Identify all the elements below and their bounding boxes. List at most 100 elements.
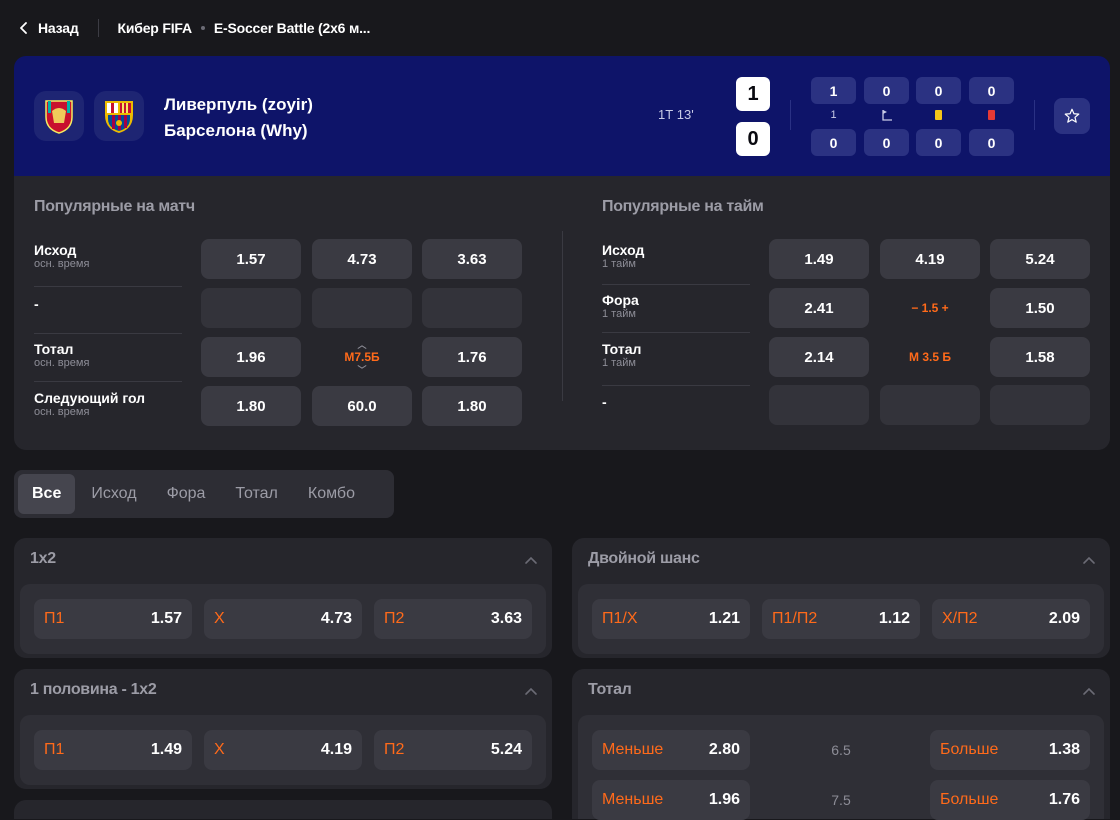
market-title: 1x2: [30, 550, 56, 567]
row-divider: [34, 286, 182, 287]
popular-row-label: Исход 1 тайм: [602, 242, 645, 270]
total-param[interactable]: ︿ М7.5Б ﹀: [312, 337, 412, 377]
odd-button[interactable]: Больше 1.76: [930, 780, 1090, 820]
stat-team1-corners: 0: [864, 77, 909, 104]
odd-button[interactable]: 1.58: [990, 337, 1090, 377]
team2-name: Барселона (Why): [164, 121, 308, 140]
market-title: 1 половина - 1x2: [30, 681, 157, 698]
row-divider: [602, 332, 750, 333]
corner-icon: [864, 108, 909, 122]
popular-divider: [562, 231, 563, 401]
market-1x2: 1x2 П1 1.57 Х 4.73 П2 3.63: [14, 538, 552, 658]
popular-half-title: Популярные на тайм: [602, 198, 764, 215]
chevron-down-icon[interactable]: ﹀: [357, 363, 366, 376]
odd-button[interactable]: 1.49: [769, 239, 869, 279]
tab-outcome[interactable]: Исход: [77, 474, 150, 514]
tab-total[interactable]: Тотал: [221, 474, 291, 514]
popular-row-label: Тотал 1 тайм: [602, 341, 642, 369]
breadcrumb-league-link[interactable]: E-Soccer Battle (2x6 м...: [214, 20, 371, 36]
stat-team1-red: 0: [969, 77, 1014, 104]
chevron-up-icon[interactable]: [1082, 685, 1096, 699]
stat-team2-corners: 0: [864, 129, 909, 156]
odd-button-empty: [201, 288, 301, 328]
team1-name: Ливерпуль (zoyir): [164, 95, 313, 114]
stat-team2-period: 0: [811, 129, 856, 156]
odd-button[interactable]: Х 4.73: [204, 599, 362, 639]
total-line-value: 7.5: [831, 792, 851, 808]
odd-button-empty: [422, 288, 522, 328]
odd-button[interactable]: П1/Х 1.21: [592, 599, 750, 639]
odd-button[interactable]: 60.0: [312, 386, 412, 426]
stat-team2-red: 0: [969, 129, 1014, 156]
red-card-icon: [969, 108, 1014, 122]
odd-button[interactable]: 5.24: [990, 239, 1090, 279]
team2-score: 0: [736, 122, 770, 156]
barcelona-crest-icon: [105, 101, 133, 133]
breadcrumb-divider: [97, 19, 99, 37]
odd-button-empty: [769, 385, 869, 425]
match-time: 1Т 13': [658, 107, 694, 122]
odd-button[interactable]: 1.80: [422, 386, 522, 426]
odd-button[interactable]: 1.80: [201, 386, 301, 426]
handicap-param[interactable]: − 1.5 +: [880, 288, 980, 328]
odd-button[interactable]: 1.57: [201, 239, 301, 279]
row-divider: [34, 381, 182, 382]
chevron-up-icon[interactable]: ︿: [357, 338, 366, 351]
odd-button[interactable]: 4.73: [312, 239, 412, 279]
market-total: Тотал Меньше 2.80 6.5 Больше 1.38 Меньше 1.…: [572, 669, 1110, 820]
odd-button[interactable]: 1.76: [422, 337, 522, 377]
team-names: Ливерпуль (zoyir) Барселона (Why): [164, 92, 313, 144]
popular-row-label: -: [602, 394, 607, 410]
total-param[interactable]: М 3.5 Б: [880, 337, 980, 377]
odd-button[interactable]: 2.41: [769, 288, 869, 328]
chevron-up-icon[interactable]: [1082, 554, 1096, 568]
tab-handicap[interactable]: Фора: [153, 474, 220, 514]
market-double-chance: Двойной шанс П1/Х 1.21 П1/П2 1.12 Х/П2 2.09: [572, 538, 1110, 658]
chevron-up-icon[interactable]: [524, 685, 538, 699]
scoreboard-divider: [1034, 100, 1035, 130]
favorite-button[interactable]: [1054, 98, 1090, 134]
odd-button[interactable]: П2 3.63: [374, 599, 532, 639]
odd-button[interactable]: Х/П2 2.09: [932, 599, 1090, 639]
odd-button[interactable]: Больше 1.38: [930, 730, 1090, 770]
odd-button[interactable]: Х 4.19: [204, 730, 362, 770]
odd-button-empty: [312, 288, 412, 328]
popular-row-label: Следующий гол осн. время: [34, 390, 146, 418]
back-button[interactable]: Назад: [18, 20, 79, 36]
team1-logo: [34, 91, 84, 141]
market-body: П1 1.57 Х 4.73 П2 3.63: [20, 584, 546, 654]
odd-button[interactable]: 4.19: [880, 239, 980, 279]
market-filter-tabs: Все Исход Фора Тотал Комбо: [14, 470, 394, 518]
odd-button[interactable]: 1.96: [201, 337, 301, 377]
row-divider: [602, 385, 750, 386]
odd-button[interactable]: 1.50: [990, 288, 1090, 328]
popular-row-label: Исход осн. время: [34, 242, 90, 270]
popular-panel: Популярные на матч Популярные на тайм Ис…: [14, 176, 1110, 450]
odd-button[interactable]: П1/П2 1.12: [762, 599, 920, 639]
back-label: Назад: [38, 20, 79, 36]
chevron-up-icon[interactable]: [524, 554, 538, 568]
chevron-left-icon: [20, 22, 27, 34]
popular-match-title: Популярные на матч: [34, 198, 195, 215]
tab-all[interactable]: Все: [18, 474, 76, 514]
team2-logo: [94, 91, 144, 141]
tab-combo[interactable]: Комбо: [294, 474, 369, 514]
market-body: П1 1.49 Х 4.19 П2 5.24: [20, 715, 546, 785]
breadcrumb-dot: [200, 26, 205, 30]
market-next: [14, 800, 552, 819]
odd-button[interactable]: П2 5.24: [374, 730, 532, 770]
popular-row-label: Фора 1 тайм: [602, 292, 639, 320]
odd-button[interactable]: 3.63: [422, 239, 522, 279]
scoreboard-divider: [790, 100, 791, 130]
popular-row-label: -: [34, 296, 39, 312]
row-divider: [34, 333, 182, 334]
market-half-1x2: 1 половина - 1x2 П1 1.49 Х 4.19 П2 5.24: [14, 669, 552, 789]
odd-button[interactable]: Меньше 2.80: [592, 730, 750, 770]
odd-button[interactable]: П1 1.49: [34, 730, 192, 770]
odd-button[interactable]: Меньше 1.96: [592, 780, 750, 820]
odd-button[interactable]: П1 1.57: [34, 599, 192, 639]
row-divider: [602, 284, 750, 285]
yellow-card-icon: [916, 108, 961, 122]
breadcrumb-sport-link[interactable]: Кибер FIFA: [118, 20, 193, 36]
odd-button[interactable]: 2.14: [769, 337, 869, 377]
